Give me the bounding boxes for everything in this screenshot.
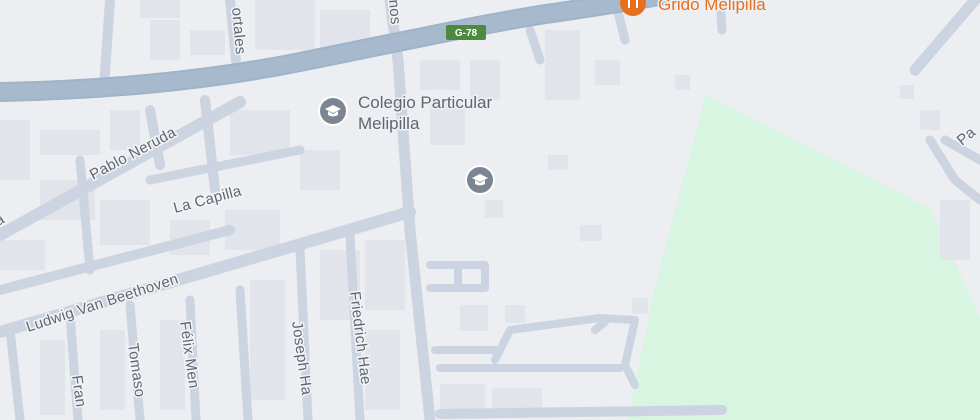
poi-school-marker[interactable] xyxy=(465,165,495,195)
street-label-nos: nos xyxy=(385,0,404,25)
poi-label-colegio-line1: Colegio Particular xyxy=(358,93,493,112)
map-canvas[interactable]: G-78 Pablo Neruda La Capilla Ludwig Van … xyxy=(0,0,980,420)
route-shield-label: G-78 xyxy=(455,28,478,39)
route-shield-g78: G-78 xyxy=(446,25,486,40)
map-view[interactable]: G-78 Pablo Neruda La Capilla Ludwig Van … xyxy=(0,0,980,420)
poi-label-grido: Grido Melipilla xyxy=(658,0,766,14)
poi-label-colegio-line2: Melipilla xyxy=(358,114,420,133)
